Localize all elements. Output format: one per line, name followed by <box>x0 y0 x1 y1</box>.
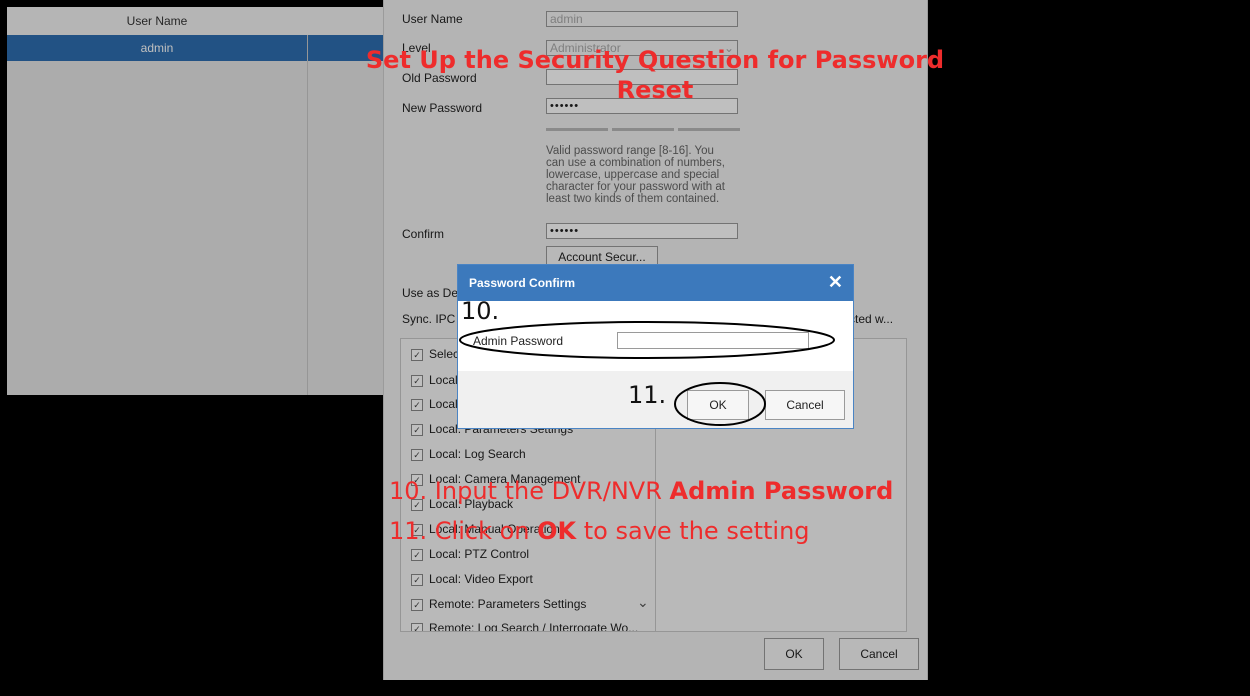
step10-text: 10. Input the DVR/NVR <box>389 477 670 505</box>
tutorial-title: Set Up the Security Question for Passwor… <box>365 46 945 104</box>
step11-marker: 11. <box>628 381 667 409</box>
highlight-ellipse-ok <box>674 382 766 426</box>
step10-bold-text: Admin Password <box>669 477 894 505</box>
highlight-ellipse-password <box>459 321 835 359</box>
step11-text: 11. Click on <box>389 517 538 545</box>
step11-suffix-text: to save the setting <box>576 517 810 545</box>
step11-bold-text: OK <box>537 517 577 545</box>
step11-instruction: 11. Click on OK to save the setting <box>389 517 810 545</box>
step10-instruction: 10. Input the DVR/NVR Admin Password <box>389 477 893 505</box>
step10-marker: 10. <box>461 297 500 325</box>
